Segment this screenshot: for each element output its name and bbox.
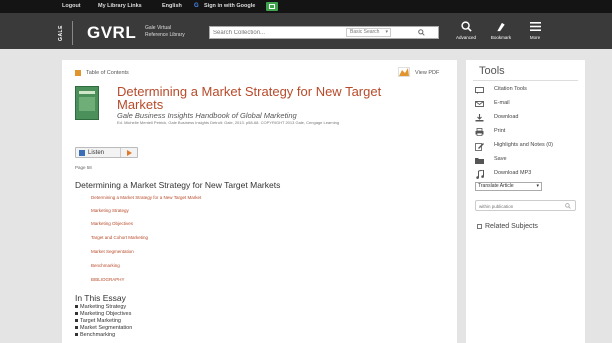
email-icon: [475, 101, 484, 107]
gvrl-logo[interactable]: GVRL: [87, 24, 136, 42]
music-icon: [475, 169, 484, 179]
chevron-down-icon: ▾: [536, 183, 539, 189]
logout-link[interactable]: Logout: [62, 2, 81, 11]
listen-label: Listen: [88, 150, 105, 156]
subsection-link[interactable]: Target and Cohort Marketing: [91, 235, 148, 241]
save-icon: [475, 157, 484, 164]
tools-title: Tools: [479, 65, 505, 77]
language-selector[interactable]: English: [162, 2, 182, 11]
subsection-link[interactable]: Marketing Strategy: [91, 208, 129, 214]
document-citation: Ed. Michelle Mentell Petrick. Gale Busin…: [117, 120, 340, 125]
within-publication-input[interactable]: [479, 202, 559, 210]
email-label: E-mail: [494, 100, 510, 106]
view-pdf-link[interactable]: View PDF: [415, 69, 439, 77]
print-button[interactable]: Print: [475, 127, 580, 137]
download-mp3-label: Download MP3: [494, 170, 532, 176]
bookmark-icon: [497, 22, 505, 31]
essay-item[interactable]: Target Marketing: [75, 318, 121, 324]
highlights-notes-label: Highlights and Notes (0): [494, 142, 554, 148]
citation-tools-button[interactable]: Citation Tools: [475, 85, 580, 95]
advanced-search-icon: [460, 20, 472, 32]
search-type-select[interactable]: Basic Search ▾: [346, 28, 391, 37]
document-card: Table of Contents View PDF Determining a…: [62, 60, 457, 343]
bookmark-label: Bookmark: [490, 35, 512, 40]
translate-select[interactable]: Translate Article ▾: [475, 182, 542, 191]
related-subjects-toggle[interactable]: Related Subjects: [477, 222, 538, 231]
essay-item[interactable]: Marketing Strategy: [75, 304, 126, 310]
download-mp3-button[interactable]: Download MP3: [475, 169, 580, 179]
citation-icon: [475, 86, 484, 94]
download-label: Download: [494, 114, 519, 120]
related-subjects-label: Related Subjects: [485, 223, 538, 230]
section-heading: Determining a Market Strategy for New Ta…: [75, 180, 281, 190]
essay-heading: In This Essay: [75, 293, 126, 303]
print-label: Print: [494, 128, 506, 134]
search-input[interactable]: [213, 27, 343, 38]
citation-tools-label: Citation Tools: [494, 86, 527, 92]
table-of-contents-icon[interactable]: [75, 70, 81, 76]
subsection-link[interactable]: Determining a Market Strategy for a New …: [91, 195, 201, 201]
my-library-links[interactable]: My Library Links: [98, 2, 142, 11]
hamburger-icon: [529, 21, 541, 31]
bookmark-button[interactable]: Bookmark: [487, 20, 515, 40]
tools-panel: Tools Citation Tools E-mail Download Pri…: [466, 60, 585, 343]
essay-item[interactable]: Market Segmentation: [75, 325, 132, 331]
print-icon: [475, 128, 484, 136]
pdf-icon[interactable]: [398, 67, 410, 77]
google-signin-button[interactable]: [266, 2, 278, 11]
highlights-notes-button[interactable]: Highlights and Notes (0): [475, 141, 580, 151]
play-button[interactable]: [120, 148, 137, 157]
logo-divider: [72, 21, 73, 45]
subsection-link[interactable]: Market Segmentation: [91, 249, 134, 255]
essay-item[interactable]: Marketing Objectives: [75, 311, 131, 317]
search-icon: [418, 29, 425, 36]
essay-item[interactable]: Benchmarking: [75, 332, 115, 338]
top-utility-bar: Logout My Library Links English G Sign i…: [0, 0, 612, 13]
search-button[interactable]: [408, 27, 436, 38]
play-icon: [127, 150, 132, 156]
chevron-down-icon: ▾: [385, 29, 388, 35]
expand-icon: [477, 223, 482, 229]
save-label: Save: [494, 156, 507, 162]
document-title: Determining a Market Strategy for New Ta…: [117, 84, 382, 112]
save-button[interactable]: Save: [475, 155, 580, 165]
more-label: More: [529, 35, 541, 40]
subsection-link[interactable]: BIBLIOGRAPHY: [91, 277, 125, 283]
gvrl-subtitle: Gale Virtual Reference Library: [145, 25, 185, 38]
gale-logo[interactable]: GALE: [58, 21, 69, 45]
search-bar: Basic Search ▾: [209, 26, 439, 39]
table-of-contents-link[interactable]: Table of Contents: [86, 69, 129, 77]
tools-divider: [473, 80, 578, 81]
subsection-link[interactable]: Marketing Objectives: [91, 221, 133, 227]
advanced-search-button[interactable]: Advanced: [452, 20, 480, 40]
google-signin-link[interactable]: Sign in with Google: [204, 2, 255, 11]
download-button[interactable]: Download: [475, 113, 580, 123]
email-button[interactable]: E-mail: [475, 99, 580, 109]
google-icon: G: [194, 3, 199, 9]
book-cover-thumbnail[interactable]: [75, 86, 99, 120]
speaker-icon: [79, 150, 85, 156]
listen-button[interactable]: Listen: [75, 147, 138, 158]
search-within-publication: [475, 200, 576, 211]
translate-label: Translate Article: [478, 183, 514, 189]
download-icon: [475, 114, 484, 122]
page-number: Page 58: [75, 165, 92, 170]
advanced-label: Advanced: [455, 35, 476, 40]
more-menu-button[interactable]: More: [521, 20, 549, 40]
search-type-label: Basic Search: [350, 29, 380, 35]
highlight-icon: [475, 142, 484, 151]
subsection-link[interactable]: Benchmarking: [91, 263, 120, 269]
document-source[interactable]: Gale Business Insights Handbook of Globa…: [117, 112, 297, 120]
search-icon[interactable]: [565, 203, 571, 209]
